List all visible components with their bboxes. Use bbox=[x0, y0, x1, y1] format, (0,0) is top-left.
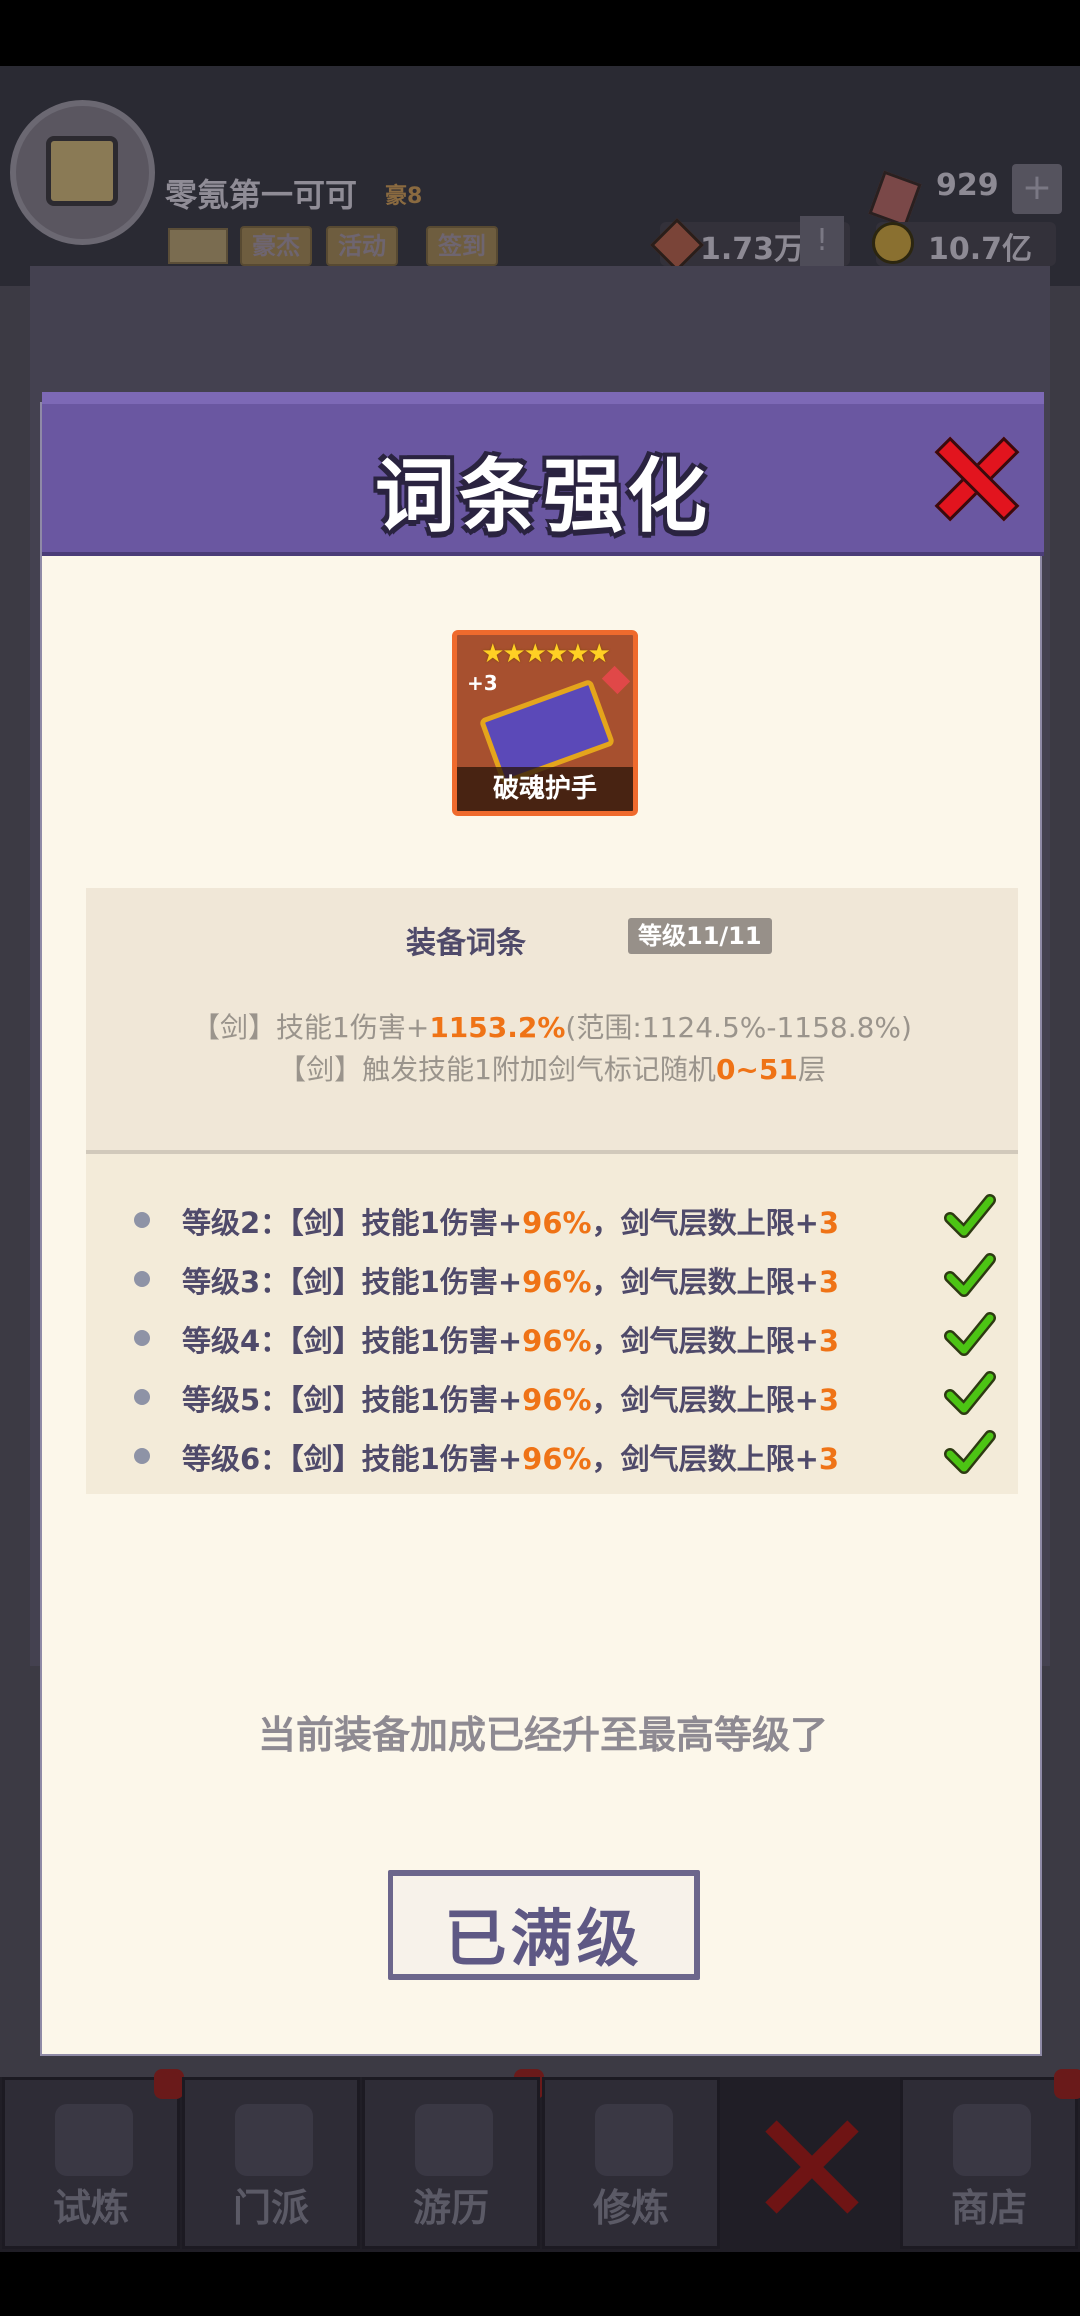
mountain-icon bbox=[415, 2104, 493, 2176]
notification-dot bbox=[154, 2069, 184, 2099]
level-value: 3 bbox=[818, 1442, 840, 1476]
check-icon bbox=[944, 1312, 996, 1356]
check-icon bbox=[944, 1253, 996, 1297]
temple-icon bbox=[235, 2104, 313, 2176]
bullet-icon bbox=[134, 1448, 150, 1464]
max-level-label: 已满级 bbox=[444, 1902, 643, 1975]
list-item: 等级5：【剑】技能1伤害+96%，剑气层数上限+3 bbox=[86, 1371, 1018, 1421]
level-value: 96% bbox=[522, 1442, 592, 1476]
level-label: 等级2：【剑】技能1伤害+ bbox=[182, 1206, 523, 1240]
check-icon bbox=[944, 1194, 996, 1238]
level-mid: ，剑气层数上限+ bbox=[591, 1324, 819, 1358]
ninja-icon bbox=[55, 2104, 133, 2176]
level-text: 等级5：【剑】技能1伤害+96%，剑气层数上限+3 bbox=[182, 1377, 839, 1419]
level-label: 等级5：【剑】技能1伤害+ bbox=[182, 1383, 523, 1417]
coin-value: 10.7亿 bbox=[928, 232, 1033, 267]
level-text: 等级3：【剑】技能1伤害+96%，剑气层数上限+3 bbox=[182, 1259, 839, 1301]
item-name: 破魂护手 bbox=[492, 774, 597, 804]
tab-sect[interactable]: 门派 bbox=[182, 2077, 360, 2249]
level-mid: ，剑气层数上限+ bbox=[591, 1383, 819, 1417]
affix-line-damage: 【剑】技能1伤害+1153.2%(范围:1124.5%-1158.8%) bbox=[86, 1006, 1018, 1046]
level-mid: ，剑气层数上限+ bbox=[591, 1206, 819, 1240]
affix-unit: 层 bbox=[797, 1053, 826, 1086]
heroes-button[interactable]: 豪杰 bbox=[240, 226, 312, 266]
level-value: 3 bbox=[818, 1324, 840, 1358]
vip-badge: 豪8 bbox=[385, 184, 423, 209]
tab-label: 商店 bbox=[950, 2186, 1027, 2230]
level-value: 3 bbox=[818, 1265, 840, 1299]
power-info-button[interactable]: ! bbox=[800, 216, 844, 268]
tab-shop[interactable]: 商店 bbox=[900, 2077, 1078, 2249]
affix-value: 1153.2% bbox=[429, 1011, 566, 1044]
tab-label: 游历 bbox=[412, 2186, 489, 2230]
list-item: 等级6：【剑】技能1伤害+96%，剑气层数上限+3 bbox=[86, 1430, 1018, 1480]
coin-icon bbox=[872, 222, 914, 264]
gem-slot-icon bbox=[601, 665, 631, 695]
bullet-icon bbox=[134, 1330, 150, 1346]
affix-range: (范围:1124.5%-1158.8%) bbox=[565, 1011, 912, 1044]
affix-value: 0~51 bbox=[715, 1053, 798, 1086]
notification-dot bbox=[1054, 2069, 1080, 2099]
check-icon bbox=[944, 1430, 996, 1474]
level-value: 96% bbox=[522, 1324, 592, 1358]
shop-icon bbox=[953, 2104, 1031, 2176]
level-value: 96% bbox=[522, 1265, 592, 1299]
level-label: 等级3：【剑】技能1伤害+ bbox=[182, 1265, 523, 1299]
tab-label: 试炼 bbox=[52, 2186, 129, 2230]
affix-text: 【剑】触发技能1附加剑气标记随机 bbox=[278, 1053, 716, 1086]
level-text: 等级2：【剑】技能1伤害+96%，剑气层数上限+3 bbox=[182, 1200, 839, 1242]
events-button[interactable]: 活动 bbox=[326, 226, 398, 266]
level-value: 96% bbox=[522, 1206, 592, 1240]
gem-icon bbox=[868, 170, 922, 228]
power-value: 1.73万 bbox=[700, 232, 805, 267]
tab-cultivate[interactable]: 修炼 bbox=[542, 2077, 720, 2249]
close-button[interactable] bbox=[930, 434, 1020, 524]
bottom-nav: 试炼 门派 游历 修炼 商店 bbox=[0, 2069, 1080, 2252]
level-value: 3 bbox=[818, 1206, 840, 1240]
level-label: 等级4：【剑】技能1伤害+ bbox=[182, 1324, 523, 1358]
item-level: +3 bbox=[467, 671, 498, 695]
level-text: 等级6：【剑】技能1伤害+96%，剑气层数上限+3 bbox=[182, 1436, 839, 1478]
avatar[interactable] bbox=[10, 100, 155, 245]
chest-icon bbox=[46, 136, 118, 206]
bullet-icon bbox=[134, 1212, 150, 1228]
tab-travel[interactable]: 游历 bbox=[362, 2077, 540, 2249]
equipment-card[interactable]: ★★★★★★ +3 破魂护手 bbox=[452, 630, 638, 816]
list-item: 等级4：【剑】技能1伤害+96%，剑气层数上限+3 bbox=[86, 1312, 1018, 1362]
star-rating: ★★★★★★ bbox=[481, 639, 611, 669]
top-bar: 零氪第一可可 豪8 豪杰 活动 签到 929 + 1.73万 ! 10.7亿 bbox=[0, 66, 1080, 286]
dialog-title: 词条强化 bbox=[375, 450, 711, 543]
level-value: 3 bbox=[818, 1383, 840, 1417]
level-mid: ，剑气层数上限+ bbox=[591, 1265, 819, 1299]
level-mid: ，剑气层数上限+ bbox=[591, 1442, 819, 1476]
add-gems-button[interactable]: + bbox=[1012, 164, 1062, 214]
affix-text: 【剑】技能1伤害+ bbox=[192, 1011, 430, 1044]
tab-label: 门派 bbox=[232, 2186, 309, 2230]
player-name: 零氪第一可可 bbox=[165, 176, 358, 214]
tab-label: 修炼 bbox=[592, 2186, 669, 2230]
gem-count: 929 bbox=[936, 168, 999, 203]
affix-title: 装备词条 bbox=[406, 926, 526, 961]
mail-icon[interactable] bbox=[168, 228, 228, 264]
max-level-note: 当前装备加成已经升至最高等级了 bbox=[257, 1713, 828, 1757]
affix-line-mark: 【剑】触发技能1附加剑气标记随机0~51层 bbox=[86, 1048, 1018, 1088]
list-item: 等级3：【剑】技能1伤害+96%，剑气层数上限+3 bbox=[86, 1253, 1018, 1303]
level-label: 等级6：【剑】技能1伤害+ bbox=[182, 1442, 523, 1476]
book-icon bbox=[595, 2104, 673, 2176]
affix-upgrade-dialog: 词条强化 ★★★★★★ +3 破魂护手 装备词条 等级11/11 【剑】技能1伤… bbox=[40, 392, 1044, 2056]
close-nav-icon[interactable] bbox=[760, 2117, 860, 2217]
check-icon bbox=[944, 1371, 996, 1415]
dialog-header: 词条强化 bbox=[42, 392, 1044, 556]
checkin-button[interactable]: 签到 bbox=[426, 226, 498, 266]
affix-panel: 装备词条 等级11/11 【剑】技能1伤害+1153.2%(范围:1124.5%… bbox=[86, 888, 1018, 1150]
level-list: 等级2：【剑】技能1伤害+96%，剑气层数上限+3 等级3：【剑】技能1伤害+9… bbox=[86, 1154, 1018, 1494]
list-item: 等级2：【剑】技能1伤害+96%，剑气层数上限+3 bbox=[86, 1194, 1018, 1244]
max-level-button[interactable]: 已满级 bbox=[388, 1870, 700, 1980]
level-value: 96% bbox=[522, 1383, 592, 1417]
affix-level-badge: 等级11/11 bbox=[628, 918, 772, 954]
bullet-icon bbox=[134, 1271, 150, 1287]
level-text: 等级4：【剑】技能1伤害+96%，剑气层数上限+3 bbox=[182, 1318, 839, 1360]
tab-trial[interactable]: 试炼 bbox=[2, 2077, 180, 2249]
bullet-icon bbox=[134, 1389, 150, 1405]
